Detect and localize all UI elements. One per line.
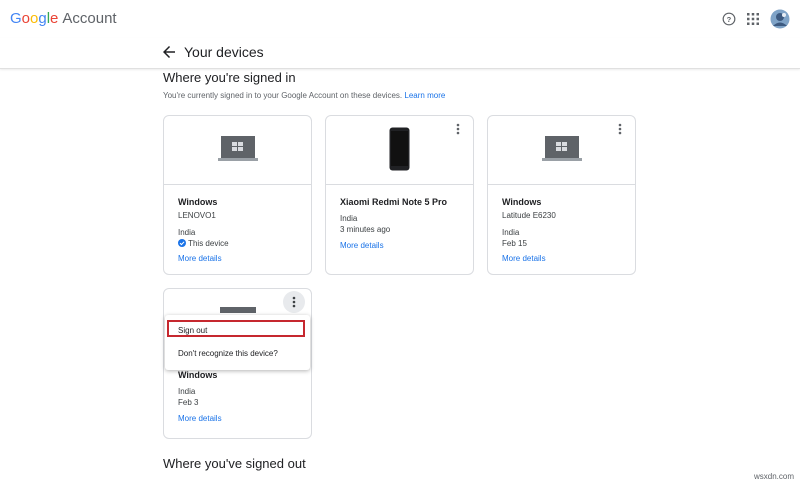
more-options-icon[interactable]	[451, 122, 465, 136]
more-options-icon[interactable]	[283, 291, 305, 313]
device-last-active: 3 minutes ago	[340, 225, 391, 234]
device-card[interactable]: Windows Latitude E6230 India Feb 15 More…	[487, 115, 636, 275]
laptop-icon	[542, 136, 582, 161]
device-card[interactable]: Xiaomi Redmi Note 5 Pro India 3 minutes …	[325, 115, 474, 275]
device-name: Windows	[178, 197, 218, 207]
logo-account-text: Account	[62, 10, 117, 27]
signed-out-heading: Where you've signed out	[163, 456, 306, 471]
google-account-logo[interactable]: Google Account	[10, 10, 117, 27]
logo-letter: g	[38, 10, 47, 27]
logo-letter: G	[10, 10, 22, 27]
phone-icon	[389, 127, 410, 171]
this-device-status: This device	[178, 239, 229, 248]
device-name: Windows	[178, 370, 218, 380]
device-card[interactable]: Windows LENOVO1 India This device More d…	[163, 115, 312, 275]
dont-recognize-label: Don't recognize this device?	[178, 349, 278, 358]
device-model: Latitude E6230	[502, 211, 556, 220]
more-options-icon[interactable]	[613, 122, 627, 136]
description-text: You're currently signed in to your Googl…	[163, 91, 403, 100]
logo-letter: e	[50, 10, 59, 27]
device-name: Windows	[502, 197, 542, 207]
dont-recognize-menu-item[interactable]: Don't recognize this device?	[165, 343, 310, 363]
device-image	[164, 116, 311, 185]
more-details-link[interactable]: More details	[502, 254, 546, 263]
page-title: Your devices	[184, 44, 264, 60]
sign-out-highlight	[167, 320, 305, 337]
device-model: LENOVO1	[178, 211, 216, 220]
device-name: Xiaomi Redmi Note 5 Pro	[340, 197, 448, 207]
device-location: India	[178, 387, 196, 396]
more-details-link[interactable]: More details	[178, 254, 222, 263]
more-details-link[interactable]: More details	[178, 414, 222, 423]
help-icon[interactable]: ?	[720, 10, 738, 28]
sub-header: Your devices	[0, 38, 800, 69]
top-bar: Google Account ?	[0, 0, 800, 38]
more-details-link[interactable]: More details	[340, 241, 384, 250]
learn-more-link[interactable]: Learn more	[404, 91, 445, 100]
svg-text:?: ?	[727, 15, 732, 24]
device-location: India	[502, 228, 520, 237]
apps-grid-icon[interactable]	[744, 10, 762, 28]
status-text: This device	[188, 239, 229, 248]
laptop-icon	[220, 307, 256, 313]
back-arrow-icon[interactable]	[160, 43, 178, 61]
avatar[interactable]	[770, 9, 790, 29]
laptop-icon	[218, 136, 258, 161]
logo-letter: o	[21, 10, 31, 27]
device-location: India	[178, 228, 196, 237]
signed-in-heading: Where you're signed in	[163, 70, 296, 85]
device-last-active: Feb 15	[502, 239, 527, 248]
signed-in-description: You're currently signed in to your Googl…	[163, 91, 445, 100]
check-circle-icon	[178, 239, 186, 247]
watermark: wsxdn.com	[753, 472, 794, 481]
device-last-active: Feb 3	[178, 398, 199, 407]
device-options-menu: Sign out Don't recognize this device?	[165, 315, 310, 370]
device-location: India	[340, 214, 358, 223]
